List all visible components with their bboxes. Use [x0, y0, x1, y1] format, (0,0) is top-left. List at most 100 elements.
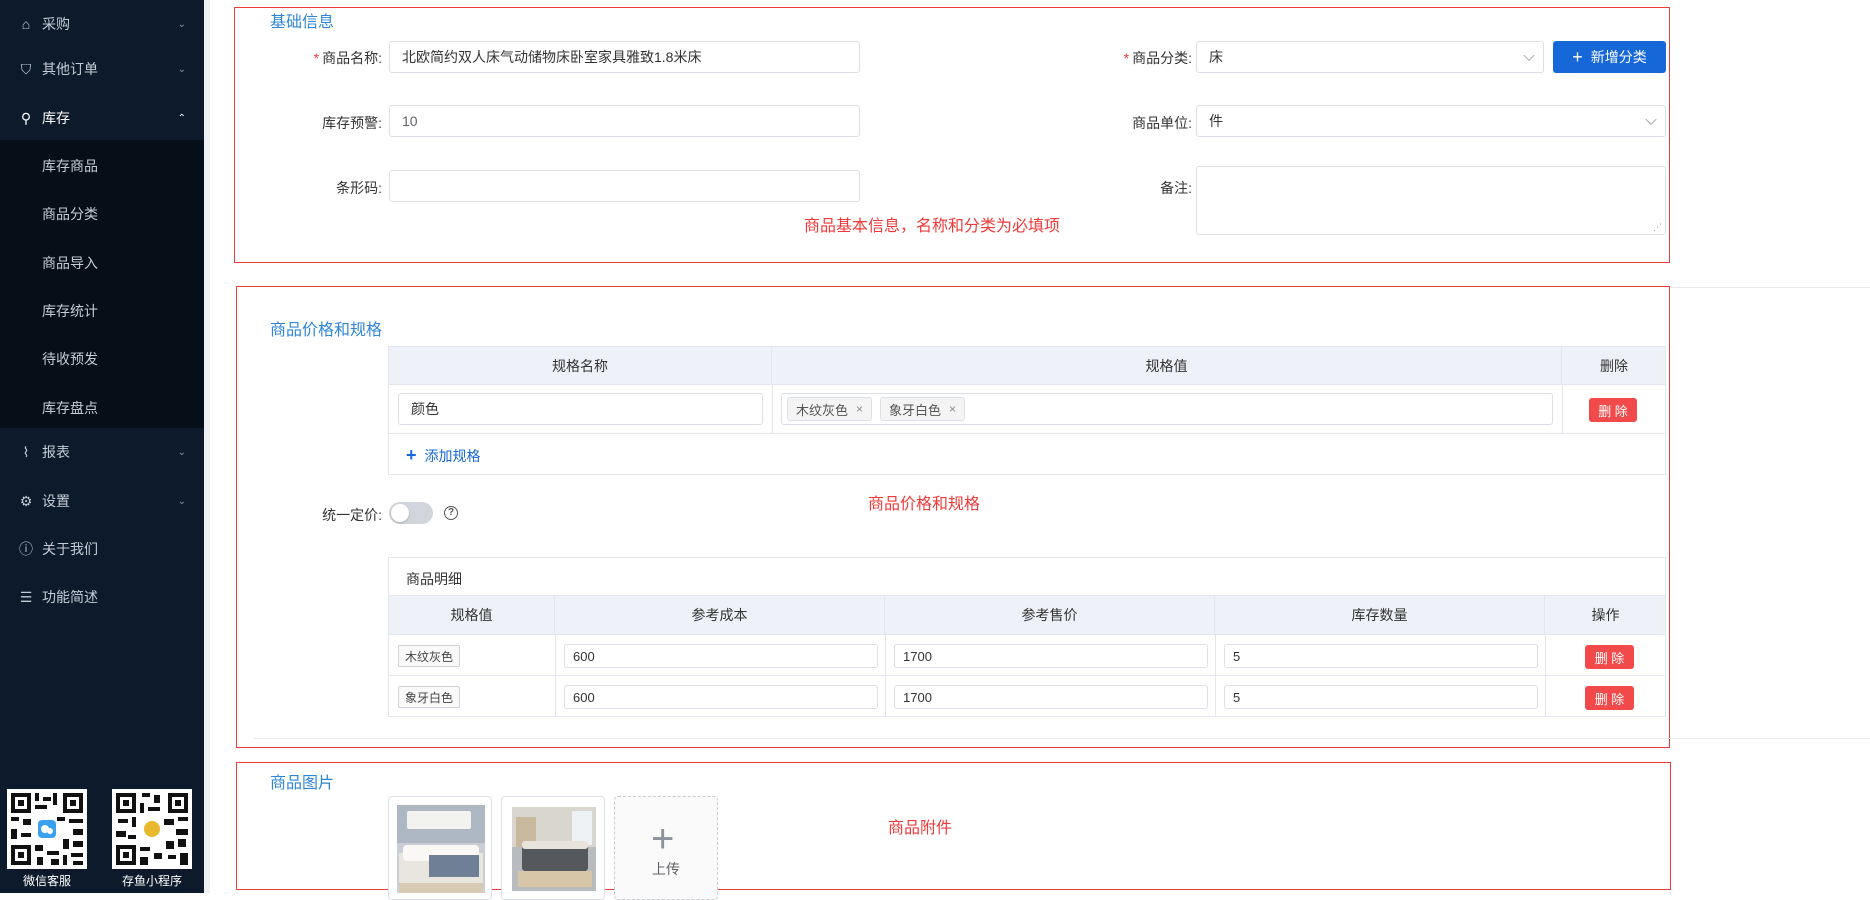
chevron-down-icon: ⌄: [177, 63, 186, 75]
plus-icon: +: [651, 817, 675, 861]
detail-action-header: 操作: [1591, 607, 1620, 623]
product-name-input[interactable]: 北欧简约双人床气动储物床卧室家具雅致1.8米床: [389, 41, 860, 73]
chevron-down-icon: [1645, 113, 1657, 126]
nav-features[interactable]: ☰ 功能简述: [0, 573, 204, 621]
price-input[interactable]: 1700: [894, 685, 1208, 709]
price-spec-annotation: 商品价格和规格: [868, 496, 981, 513]
plus-icon: +: [1572, 46, 1583, 67]
price-spec-title: 商品价格和规格: [270, 322, 383, 339]
resize-handle-icon[interactable]: ⋰: [1653, 222, 1662, 233]
stock-warning-input[interactable]: 10: [389, 105, 860, 137]
images-title: 商品图片: [270, 775, 335, 792]
list-icon: ☰: [19, 588, 33, 605]
inventory-submenu: 库存商品 商品分类 商品导入 库存统计 待收预发 库存盘点: [0, 140, 204, 428]
miniprogram-qr-code: [112, 789, 192, 869]
nav-reports[interactable]: ⌇ 报表 ⌄: [0, 428, 204, 476]
chart-icon: ⌇: [22, 443, 30, 460]
delete-row-button[interactable]: 删 除: [1585, 686, 1634, 710]
stock-warning-label: 库存预警:: [322, 115, 382, 131]
close-icon[interactable]: ×: [949, 402, 956, 416]
nav-purchase[interactable]: ⌂ 采购 ⌄: [0, 0, 204, 48]
add-spec-row: [388, 434, 1666, 475]
spec-value-tag: 木纹灰色 ×: [787, 397, 873, 421]
plus-icon: +: [406, 445, 417, 465]
upload-button[interactable]: + 上传: [614, 796, 718, 900]
new-category-button[interactable]: + 新增分类: [1553, 41, 1666, 73]
submenu-item-categories[interactable]: 商品分类: [42, 204, 98, 224]
submenu-item-pending[interactable]: 待收预发: [42, 349, 98, 369]
detail-table-header: 规格值 参考成本 参考售价 库存数量 操作: [388, 595, 1666, 635]
detail-spec-tag: 象牙白色: [398, 686, 461, 708]
unit-select[interactable]: 件: [1196, 105, 1666, 137]
sidebar-gutter: [204, 0, 210, 893]
delete-row-button[interactable]: 删 除: [1585, 645, 1634, 669]
delete-spec-button[interactable]: 删 除: [1589, 398, 1637, 422]
nav-label: 采购: [42, 16, 70, 32]
product-name-label: * 商品名称:: [313, 50, 382, 66]
spec-value-tag: 象牙白色 ×: [880, 397, 966, 421]
barcode-input[interactable]: [389, 170, 860, 202]
spec-name-header: 规格名称: [389, 347, 772, 384]
nav-label: 关于我们: [42, 541, 98, 557]
basic-info-annotation: 商品基本信息，名称和分类为必填项: [804, 218, 1061, 235]
tag-icon: ⛉: [20, 60, 32, 77]
chevron-down-icon: ⌄: [177, 446, 186, 458]
unified-price-label: 统一定价:: [322, 507, 382, 523]
shopping-bag-icon: ⌂: [21, 16, 31, 32]
miniprogram-qr-label: 存鱼小程序: [121, 874, 182, 888]
basic-info-title: 基础信息: [270, 14, 335, 31]
detail-spec-header: 规格值: [389, 596, 555, 634]
close-icon[interactable]: ×: [856, 402, 863, 416]
nav-other-orders[interactable]: ⛉ 其他订单 ⌄: [0, 45, 204, 93]
detail-title: 商品明细: [406, 571, 462, 587]
spec-table-header: 规格名称 规格值 删除: [388, 346, 1666, 385]
unified-price-toggle[interactable]: [389, 502, 433, 524]
upload-label: 上传: [652, 861, 680, 877]
sidebar: ⌂ 采购 ⌄ ⛉ 其他订单 ⌄ ⚲ 库存 ⌃ 库存商品 商品分类 商品导入 库存…: [0, 0, 204, 893]
unit-label: 商品单位:: [1132, 115, 1192, 131]
chevron-down-icon: ⌄: [177, 18, 186, 30]
product-image-thumbnail[interactable]: [501, 796, 605, 900]
category-label: * 商品分类:: [1123, 50, 1192, 66]
price-input[interactable]: 1700: [894, 644, 1208, 668]
wechat-qr-label: 微信客服: [22, 874, 71, 888]
submenu-item-stats[interactable]: 库存统计: [42, 301, 98, 321]
nav-settings[interactable]: ⚙ 设置 ⌄: [0, 477, 204, 525]
chevron-up-icon: ⌃: [177, 112, 186, 124]
cart-icon: ⚲: [20, 109, 32, 126]
submenu-item-import[interactable]: 商品导入: [42, 253, 98, 273]
product-image-thumbnail[interactable]: [388, 796, 492, 900]
divider: [254, 738, 1870, 739]
nav-label: 功能简述: [42, 589, 98, 605]
images-annotation: 商品附件: [888, 820, 953, 837]
spec-delete-header: 删除: [1600, 357, 1628, 374]
cost-input[interactable]: 600: [564, 644, 878, 668]
divider: [1670, 287, 1870, 288]
gear-icon: ⚙: [19, 492, 33, 509]
remark-textarea[interactable]: ⋰: [1196, 166, 1666, 235]
nav-label: 其他订单: [42, 61, 98, 77]
nav-inventory[interactable]: ⚲ 库存 ⌃: [0, 94, 204, 142]
detail-spec-tag: 木纹灰色: [398, 645, 461, 667]
cost-input[interactable]: 600: [564, 685, 878, 709]
nav-label: 报表: [42, 444, 70, 460]
chevron-down-icon: [1523, 49, 1535, 62]
spec-value-header: 规格值: [772, 347, 1562, 384]
nav-about[interactable]: ⓘ 关于我们: [0, 525, 204, 573]
chevron-down-icon: ⌄: [177, 495, 186, 507]
remark-label: 备注:: [1160, 180, 1192, 196]
qty-input[interactable]: 5: [1224, 644, 1538, 668]
submenu-item-stocktake[interactable]: 库存盘点: [42, 398, 98, 418]
submenu-item-stock-goods[interactable]: 库存商品: [42, 156, 98, 176]
wechat-qr-code: [7, 789, 87, 869]
detail-qty-header: 库存数量: [1215, 596, 1545, 634]
barcode-label: 条形码:: [336, 180, 382, 196]
question-icon[interactable]: ?: [444, 506, 458, 520]
spec-name-input[interactable]: 颜色: [398, 393, 763, 425]
add-spec-button[interactable]: + 添加规格: [406, 445, 481, 466]
detail-price-header: 参考售价: [885, 596, 1215, 634]
qty-input[interactable]: 5: [1224, 685, 1538, 709]
category-select[interactable]: 床: [1196, 41, 1544, 73]
nav-label: 库存: [42, 110, 70, 126]
info-icon: ⓘ: [19, 541, 33, 557]
